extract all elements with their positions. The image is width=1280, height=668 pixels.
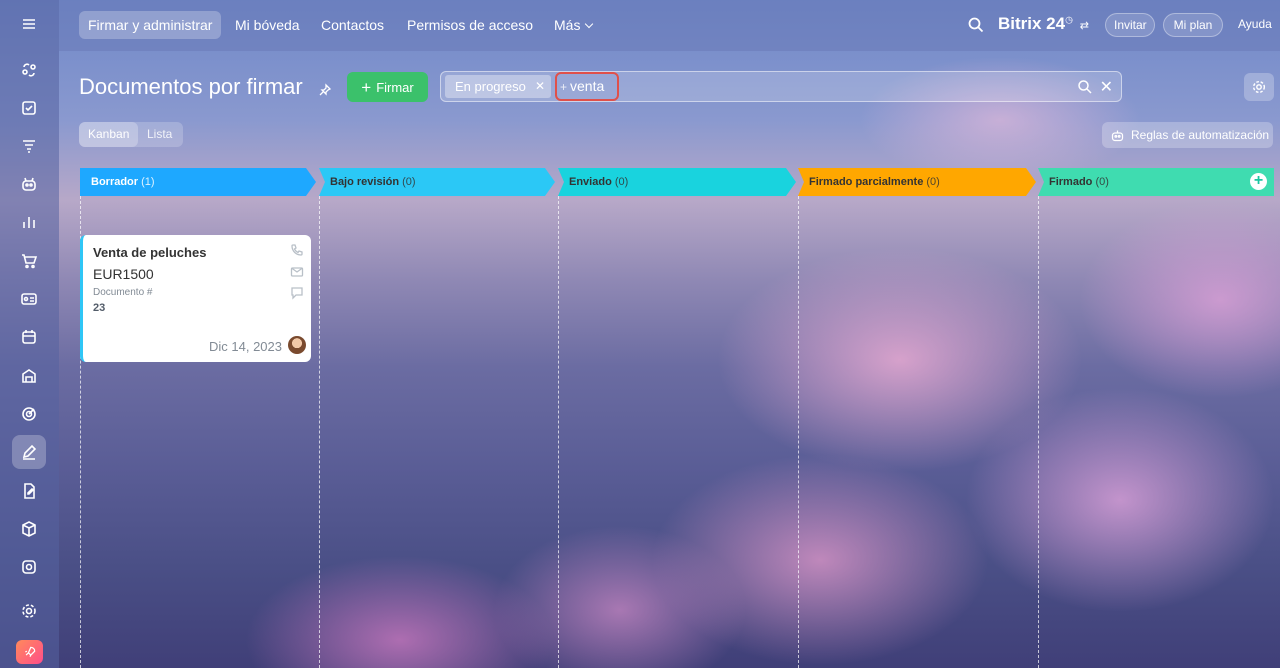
left-sidebar [0,0,59,668]
contact-card-icon[interactable] [12,282,46,316]
kanban-card[interactable]: Venta de peluches EUR1500 Documento # 23… [80,235,311,362]
brand-logo[interactable]: Bitrix 24◷ ⇄ [998,14,1089,34]
column-divider [1038,196,1039,668]
tab-mas[interactable]: Más [545,11,601,39]
column-count: (0) [926,176,940,188]
tab-mas-label: Más [554,17,581,33]
filter-chip-label: En progreso [455,79,526,94]
automation-rules-button[interactable]: Reglas de automatización [1102,122,1273,148]
chevron-down-icon [585,19,594,29]
view-switcher: Kanban Lista [79,122,183,147]
settings-gear-icon[interactable] [12,594,46,628]
card-document-label: Documento # [93,287,153,298]
tab-mi-boveda[interactable]: Mi bóveda [226,11,309,39]
view-lista[interactable]: Lista [138,122,181,147]
search-input-value: venta [570,78,605,94]
filter-chip-en-progreso[interactable]: En progreso ✕ [445,75,551,98]
crm-icon[interactable] [12,53,46,87]
page-settings-button[interactable] [1244,73,1274,101]
brand-name: Bitrix 24 [998,14,1066,33]
chat-icon[interactable] [290,286,304,300]
card-amount: EUR1500 [93,266,154,282]
rocket-icon[interactable] [16,640,43,664]
column-count: (0) [402,176,416,188]
sign-button-label: Firmar [376,79,414,95]
column-count: (0) [1095,176,1109,188]
card-title[interactable]: Venta de peluches [93,245,206,260]
view-kanban[interactable]: Kanban [79,122,139,147]
phone-icon[interactable] [290,243,304,257]
card-document-number: 23 [93,302,106,314]
filter-funnel-icon[interactable] [12,129,46,163]
tab-permisos-de-acceso[interactable]: Permisos de acceso [398,11,542,39]
cart-icon[interactable] [12,244,46,278]
plus-icon: + [361,77,372,97]
mail-icon[interactable] [290,265,304,279]
filter-search-box[interactable]: En progreso ✕ + venta ✕ [440,71,1122,102]
top-navigation-bar: Firmar y administrar Mi bóveda Contactos… [59,0,1280,51]
sync-icon: ⇄ [1079,20,1089,32]
search-icon[interactable] [967,16,985,34]
column-divider [319,196,320,668]
column-name: Firmado [1049,176,1093,188]
column-count: (1) [141,176,155,188]
column-count: (0) [614,176,629,188]
add-column-plus-icon[interactable]: + [1250,173,1267,190]
column-header-bajo-revision[interactable]: Bajo revisión (0) [319,168,555,196]
column-name: Borrador [91,176,139,188]
gear-icon [1252,80,1266,94]
tab-contactos[interactable]: Contactos [312,11,393,39]
column-header-firmado[interactable]: Firmado (0) [1038,168,1274,196]
clock-icon: ◷ [1065,14,1073,25]
column-header-enviado[interactable]: Enviado (0) [558,168,796,196]
plus-icon: + [560,80,568,94]
robot-icon[interactable] [12,167,46,201]
box-icon[interactable] [12,512,46,546]
tasks-icon[interactable] [12,91,46,125]
target-icon[interactable] [12,397,46,431]
column-header-firmado-parcialmente[interactable]: Firmado parcialmente (0) [798,168,1036,196]
invite-button[interactable]: Invitar [1105,13,1155,37]
search-icon[interactable] [1077,79,1093,95]
menu-icon[interactable] [12,7,46,41]
column-name: Firmado parcialmente [809,176,924,188]
page-title: Documentos por firmar [79,74,303,99]
automation-rules-label: Reglas de automatización [1131,128,1270,142]
column-name: Enviado [569,176,612,188]
integrations-icon[interactable] [12,550,46,584]
card-date: Dic 14, 2023 [209,339,282,354]
column-divider [558,196,559,668]
close-icon[interactable]: ✕ [535,75,545,98]
search-input[interactable]: + venta [555,72,619,101]
calendar-icon[interactable] [12,320,46,354]
document-edit-icon[interactable] [12,474,46,508]
column-header-borrador[interactable]: Borrador (1) [80,168,316,196]
my-plan-button[interactable]: Mi plan [1163,13,1223,37]
pin-icon[interactable] [318,83,332,97]
help-button[interactable]: Ayuda [1230,13,1276,37]
clear-icon[interactable]: ✕ [1100,77,1113,97]
avatar[interactable] [288,336,306,354]
analytics-icon[interactable] [12,205,46,239]
sign-pen-icon[interactable] [12,435,46,469]
column-divider [798,196,799,668]
sign-button[interactable]: + Firmar [347,72,428,102]
storage-icon[interactable] [12,359,46,393]
column-name: Bajo revisión [330,176,400,188]
robot-icon [1111,130,1124,141]
tab-firmar-y-administrar[interactable]: Firmar y administrar [79,11,222,39]
